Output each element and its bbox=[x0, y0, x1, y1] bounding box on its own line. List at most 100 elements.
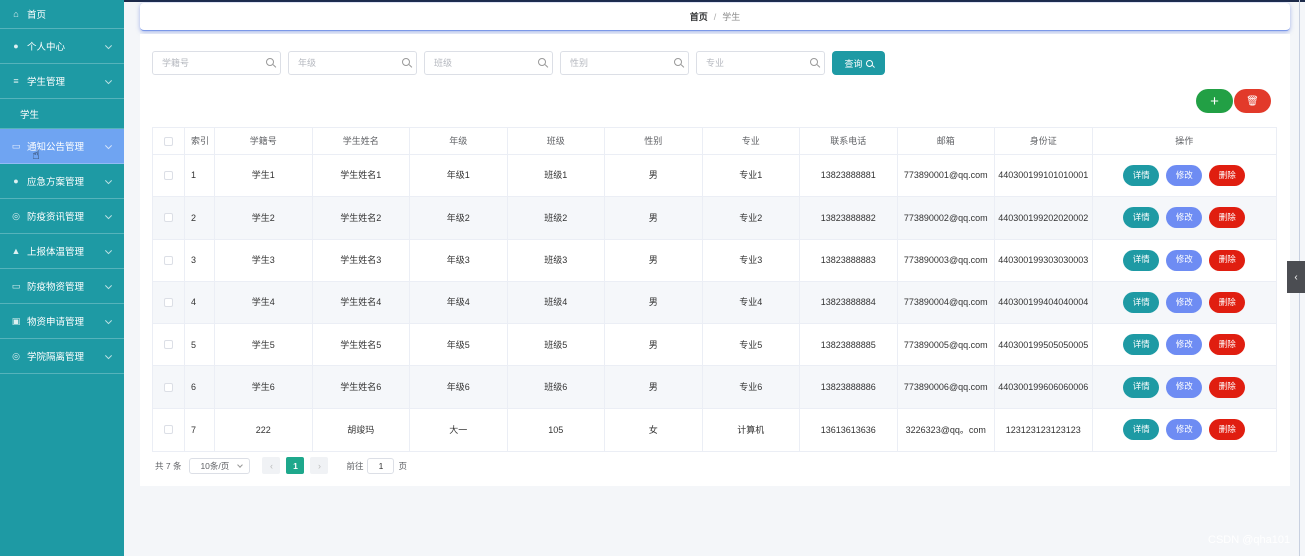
table-row: 7 222 胡竣玛 大一 105 女计算机 13613613636 3226323@qq。co… bbox=[153, 408, 1277, 452]
detail-button[interactable]: 详情 bbox=[1123, 334, 1160, 356]
search-class-input[interactable] bbox=[425, 52, 552, 74]
row-checkbox[interactable] bbox=[164, 340, 173, 350]
pagination: 共 7 条 10条/页 ‹ 1 › 前往 1 页 bbox=[155, 457, 407, 474]
delete-button[interactable]: 删除 bbox=[1209, 249, 1246, 271]
delete-button[interactable]: 删除 bbox=[1209, 292, 1246, 314]
prev-page-button[interactable]: ‹ bbox=[262, 457, 281, 474]
sidebar-item-5[interactable]: ● 应急方案管理 bbox=[0, 164, 124, 199]
search-student-id[interactable] bbox=[152, 51, 281, 75]
edit-button[interactable]: 修改 bbox=[1166, 292, 1203, 314]
delete-button[interactable]: 删除 bbox=[1209, 207, 1246, 229]
row-checkbox[interactable] bbox=[164, 425, 173, 435]
sidebar-item-4[interactable]: ▭ 通知公告管理 bbox=[0, 129, 124, 164]
search-student-id-input[interactable] bbox=[153, 52, 280, 74]
sidebar-item-0[interactable]: ⌂ 首页 bbox=[0, 0, 124, 29]
table-cell: 105 bbox=[508, 408, 605, 452]
breadcrumb-current: 学生 bbox=[722, 12, 741, 22]
row-select-cell bbox=[153, 324, 185, 366]
search-class[interactable] bbox=[424, 51, 553, 75]
sidebar-item-8[interactable]: ▭ 防疫物资管理 bbox=[0, 269, 124, 304]
column-header: 操作 bbox=[1175, 135, 1194, 146]
table-cell: 学生2 bbox=[215, 197, 313, 239]
table-cell: 专业6 bbox=[703, 366, 800, 408]
search-icon bbox=[266, 58, 274, 66]
search-major-input[interactable] bbox=[697, 52, 824, 74]
detail-button[interactable]: 详情 bbox=[1123, 249, 1160, 271]
detail-button[interactable]: 详情 bbox=[1123, 419, 1160, 441]
sidebar-item-10[interactable]: ◎ 学院隔离管理 bbox=[0, 339, 124, 374]
edit-button[interactable]: 修改 bbox=[1166, 249, 1203, 271]
edit-button[interactable]: 修改 bbox=[1166, 165, 1203, 187]
sidebar-item-label: 个人中心 bbox=[27, 42, 66, 53]
table-cell: 班级1 bbox=[508, 155, 605, 197]
table-cell: 4 bbox=[185, 281, 215, 324]
user-icon: ● bbox=[13, 176, 19, 186]
search-gender-input[interactable] bbox=[561, 52, 688, 74]
search-grade-input[interactable] bbox=[289, 52, 416, 74]
trash-icon: 🗑 bbox=[1246, 95, 1259, 107]
edit-button[interactable]: 修改 bbox=[1166, 419, 1203, 441]
delete-button[interactable]: 删除 bbox=[1209, 334, 1246, 356]
table-cell: 大一 bbox=[410, 408, 508, 452]
detail-button[interactable]: 详情 bbox=[1123, 292, 1160, 314]
column-header: 索引 bbox=[185, 128, 215, 154]
table-cell: 3 bbox=[185, 239, 215, 281]
table-cell: 13823888882 bbox=[800, 197, 898, 239]
edit-button[interactable]: 修改 bbox=[1166, 376, 1203, 398]
table-cell: 学生姓名4 bbox=[313, 281, 410, 324]
next-page-button[interactable]: › bbox=[310, 457, 329, 474]
page-number-current[interactable]: 1 bbox=[286, 457, 305, 474]
breadcrumb-home[interactable]: 首页 bbox=[690, 10, 708, 23]
column-header: 学生姓名 bbox=[313, 128, 410, 154]
detail-button[interactable]: 详情 bbox=[1123, 165, 1160, 187]
search-major[interactable] bbox=[696, 51, 825, 75]
row-checkbox[interactable] bbox=[164, 255, 173, 265]
box-icon: ▣ bbox=[11, 315, 21, 326]
sidebar-subitem-3[interactable]: 学生 bbox=[0, 99, 124, 129]
row-checkbox[interactable] bbox=[164, 382, 173, 392]
select-all-checkbox[interactable] bbox=[164, 136, 173, 146]
detail-button[interactable]: 详情 bbox=[1123, 376, 1160, 398]
table-cell: 13823888883 bbox=[800, 239, 898, 281]
table-cell: 学生姓名6 bbox=[313, 366, 410, 408]
delete-button[interactable]: 删除 bbox=[1209, 165, 1246, 187]
sidebar: ⌂ 首页 ● 个人中心 ≡ 学生管理 学生 ▭ 通知公告管理 ● 应急方案管理 ◎ 防疫资讯管理 ▲ 上报体… bbox=[0, 0, 124, 556]
sidebar-item-6[interactable]: ◎ 防疫资讯管理 bbox=[0, 199, 124, 234]
chevron-down-icon bbox=[104, 212, 113, 220]
table-row: 5 学生5 学生姓名5 年级5 班级5 男专业5 13823888885 773890005@… bbox=[153, 324, 1276, 367]
table-cell: 男 bbox=[605, 324, 703, 366]
search-icon bbox=[402, 58, 410, 66]
page-size-select[interactable]: 10条/页 bbox=[189, 457, 251, 474]
sidebar-item-1[interactable]: ● 个人中心 bbox=[0, 29, 124, 64]
delete-button[interactable]: 删除 bbox=[1209, 376, 1246, 398]
table-cell: 专业2 bbox=[703, 197, 800, 239]
row-checkbox[interactable] bbox=[164, 171, 173, 181]
sidebar-item-9[interactable]: ▣ 物资申请管理 bbox=[0, 304, 124, 339]
search-grade[interactable] bbox=[288, 51, 417, 75]
delete-button[interactable]: 删除 bbox=[1209, 419, 1246, 441]
breadcrumb: 首页 / 学生 bbox=[140, 3, 1290, 31]
globe-icon: ◎ bbox=[12, 210, 20, 221]
batch-delete-button[interactable]: 🗑 bbox=[1234, 89, 1271, 113]
table-cell: 440300199505050005 bbox=[995, 324, 1093, 366]
chevron-down-icon bbox=[104, 42, 113, 50]
column-header: 年级 bbox=[410, 128, 508, 154]
search-icon bbox=[674, 58, 682, 66]
goto-page-input[interactable]: 1 bbox=[367, 457, 395, 474]
user-icon: ● bbox=[13, 41, 19, 51]
column-header: 联系电话 bbox=[800, 128, 898, 154]
sidebar-item-2[interactable]: ≡ 学生管理 bbox=[0, 64, 124, 99]
row-checkbox[interactable] bbox=[164, 213, 173, 223]
detail-button[interactable]: 详情 bbox=[1123, 207, 1160, 229]
add-button[interactable]: + bbox=[1196, 89, 1233, 113]
chevron-down-icon bbox=[104, 352, 113, 360]
sidebar-item-7[interactable]: ▲ 上报体温管理 bbox=[0, 234, 124, 269]
search-gender[interactable] bbox=[560, 51, 689, 75]
row-checkbox[interactable] bbox=[164, 298, 173, 308]
collapse-panel-button[interactable]: ‹ bbox=[1287, 261, 1305, 293]
sidebar-item-label: 防疫资讯管理 bbox=[27, 212, 85, 223]
edit-button[interactable]: 修改 bbox=[1166, 207, 1203, 229]
edit-button[interactable]: 修改 bbox=[1166, 334, 1203, 356]
row-actions: 详情 修改 删除 bbox=[1093, 409, 1277, 451]
query-button[interactable]: 查询 bbox=[832, 51, 885, 75]
